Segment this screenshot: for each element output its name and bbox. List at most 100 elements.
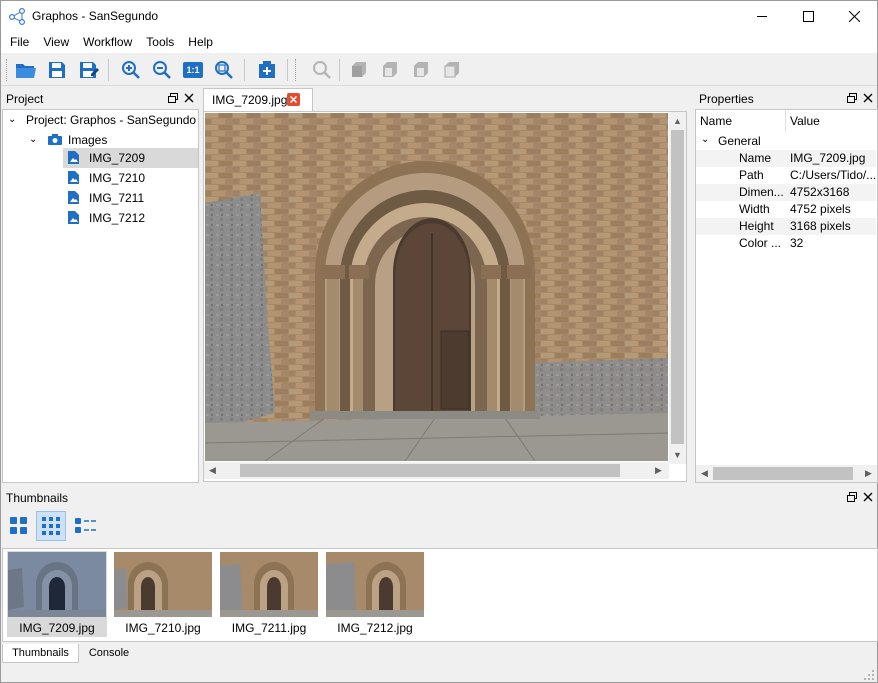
close-panel-icon[interactable] [863,492,873,502]
cube-left-icon [414,62,428,77]
vertical-scroll-thumb[interactable] [671,130,684,444]
resize-grip-icon[interactable] [863,669,875,681]
thumbnail-image [220,552,318,617]
horizontal-scroll-thumb[interactable] [240,464,620,477]
thumbnail-image [114,552,212,617]
property-row[interactable]: Path C:/Users/Tido/... [696,167,876,184]
cube-right-icon [444,62,459,78]
menu-tools[interactable]: Tools [139,32,181,53]
zoom-fit-button[interactable] [212,58,236,82]
tree-root-row[interactable]: ⌄ Project: Graphos - SanSegundo [3,110,198,130]
view-left-button[interactable] [409,58,433,82]
menu-view[interactable]: View [36,32,76,53]
tree-item-label: IMG_7210 [89,171,146,185]
save-button[interactable] [45,58,69,82]
minimize-button[interactable] [739,1,785,32]
view-top-button[interactable] [378,58,402,82]
float-panel-icon[interactable] [847,93,857,103]
scroll-right-arrow-icon[interactable]: ▶ [650,462,667,479]
toolbar: 1:1 [1,53,877,86]
thumbnail-item-img-7210[interactable]: IMG_7210.jpg [113,551,213,637]
image-viewer[interactable]: ▲ ▼ ◀ ▶ [203,111,687,482]
add-images-button[interactable] [255,58,279,82]
property-row[interactable]: Color ... 32 [696,235,876,252]
scroll-down-arrow-icon[interactable]: ▼ [669,446,686,463]
property-row[interactable]: Dimen... 4752x3168 [696,184,876,201]
view-details-button[interactable] [74,514,98,538]
property-group-general[interactable]: ⌄ General [696,133,876,150]
thumbnail-label: IMG_7210.jpg [125,621,201,635]
details-list-icon [75,518,96,533]
zoom-tool-button[interactable] [310,58,334,82]
editor-tab[interactable]: IMG_7209.jpg [203,88,313,111]
close-panel-icon[interactable] [863,93,873,103]
app-window: Graphos - SanSegundo File View Workflow … [0,0,878,683]
close-tab-button[interactable] [287,93,300,106]
open-project-button[interactable] [14,58,38,82]
view-small-icons-button[interactable] [36,511,66,541]
column-header-name[interactable]: Name [696,110,786,132]
thumbnail-item-img-7212[interactable]: IMG_7212.jpg [325,551,425,637]
menu-help[interactable]: Help [181,32,220,53]
view-large-icons-button[interactable] [7,514,31,538]
float-panel-icon[interactable] [847,492,857,502]
thumbnail-item-img-7209[interactable]: IMG_7209.jpg [7,551,107,637]
tab-console[interactable]: Console [80,644,138,663]
folder-open-icon [16,64,36,78]
thumbnail-item-img-7211[interactable]: IMG_7211.jpg [219,551,319,637]
chevron-down-icon[interactable]: ⌄ [8,110,16,130]
view-front-button[interactable] [347,58,371,82]
zoom-fit-icon [215,61,233,79]
tab-thumbnails[interactable]: Thumbnails [2,644,79,663]
scroll-left-arrow-icon[interactable]: ◀ [204,462,221,479]
property-name: Color ... [739,236,782,250]
zoom-in-icon [122,61,140,79]
property-row[interactable]: Name IMG_7209.jpg [696,150,876,167]
images-folder-label: Images [68,133,108,147]
menu-file[interactable]: File [3,32,36,53]
property-name: Path [739,168,764,182]
zoom-in-button[interactable] [119,58,143,82]
tree-item-img-7212[interactable]: IMG_7212 [63,208,198,228]
zoom-out-button[interactable] [150,58,174,82]
close-panel-icon[interactable] [184,93,194,103]
property-value: C:/Users/Tido/... [790,168,876,182]
float-panel-icon[interactable] [168,93,178,103]
horizontal-scroll-thumb[interactable] [713,467,853,480]
menu-workflow[interactable]: Workflow [76,32,139,53]
toolbar-grip[interactable] [295,59,298,81]
window-title: Graphos - SanSegundo [32,9,159,23]
maximize-button[interactable] [785,1,831,32]
project-root-label: Project: Graphos - SanSegundo [26,113,197,127]
tree-item-label: IMG_7212 [89,211,146,225]
chevron-down-icon[interactable]: ⌄ [29,130,37,150]
column-header-value[interactable]: Value [786,110,876,132]
tree-item-img-7209[interactable]: IMG_7209 [63,148,198,168]
view-right-button[interactable] [440,58,464,82]
chevron-down-icon[interactable]: ⌄ [701,131,709,148]
scroll-right-arrow-icon[interactable]: ▶ [860,465,877,482]
tree-item-img-7211[interactable]: IMG_7211 [63,188,198,208]
close-window-button[interactable] [831,1,877,32]
properties-horizontal-scrollbar[interactable]: ◀ ▶ [696,465,877,482]
church-doorway-image[interactable] [205,113,668,461]
tree-item-img-7210[interactable]: IMG_7210 [63,168,198,188]
thumbnail-label: IMG_7211.jpg [231,621,307,635]
toolbar-separator [108,59,109,81]
toolbar-grip[interactable] [6,59,9,81]
project-panel-header: Project [2,89,198,109]
vertical-scrollbar[interactable]: ▲ ▼ [669,112,686,464]
save-as-button[interactable] [77,58,101,82]
image-file-icon [68,191,79,204]
toolbar-separator [244,59,245,81]
property-row[interactable]: Width 4752 pixels [696,201,876,218]
zoom-actual-size-button[interactable]: 1:1 [181,58,205,82]
horizontal-scrollbar[interactable]: ◀ ▶ [204,462,669,479]
tree-folder-row[interactable]: ⌄ Images [3,130,198,150]
thumbnails-panel-buttons [847,492,873,502]
scroll-left-arrow-icon[interactable]: ◀ [696,465,713,482]
scroll-up-arrow-icon[interactable]: ▲ [669,112,686,129]
property-name: Dimen... [739,185,784,199]
thumbnails-panel-header: Thumbnails [2,488,877,508]
property-row[interactable]: Height 3168 pixels [696,218,876,235]
